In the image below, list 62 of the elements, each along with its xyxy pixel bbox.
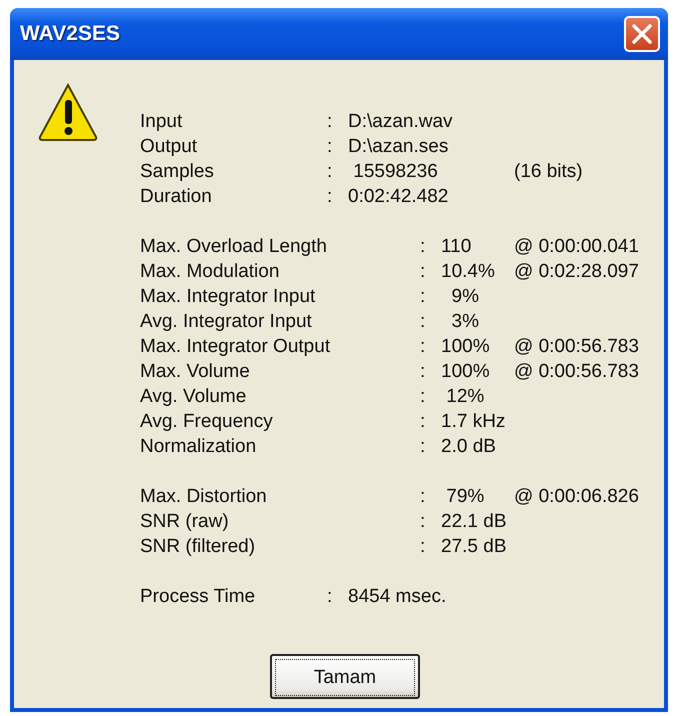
separator: : xyxy=(420,236,426,258)
ok-button[interactable]: Tamam xyxy=(270,654,420,699)
field-note: @ 0:00:56.783 xyxy=(514,360,639,382)
field-value: 100% xyxy=(441,360,491,382)
separator: : xyxy=(420,360,426,382)
field-note: @ 0:00:06.826 xyxy=(514,486,639,508)
field-label: Max. Modulation xyxy=(140,260,280,282)
separator: : xyxy=(420,510,426,532)
field-value: 0:02:42.482 xyxy=(348,186,450,208)
field-label: SNR (raw) xyxy=(140,510,230,532)
field-note: @ 0:00:56.783 xyxy=(514,336,639,358)
field-value: 100% xyxy=(441,336,491,358)
field-label: Normalization xyxy=(140,436,258,458)
field-value: 9% xyxy=(450,286,480,308)
field-label: Max. Distortion xyxy=(140,486,268,508)
field-label: Avg. Integrator Input xyxy=(140,310,313,332)
separator: : xyxy=(420,336,426,358)
separator: : xyxy=(420,286,426,308)
field-value: 15598236 xyxy=(352,160,439,182)
separator: : xyxy=(420,386,426,408)
field-value: 2.0 dB xyxy=(441,436,497,458)
field-note: @ 0:00:00.041 xyxy=(514,236,639,258)
warning-icon xyxy=(38,82,98,142)
separator: : xyxy=(327,110,334,132)
field-value: 12% xyxy=(445,386,486,408)
field-value: 110 xyxy=(441,236,472,258)
field-label: Output xyxy=(140,136,198,158)
field-label: Max. Integrator Output xyxy=(140,336,332,358)
separator: : xyxy=(327,136,334,158)
field-label: Max. Volume xyxy=(140,360,251,382)
separator: : xyxy=(420,310,426,332)
field-value: 3% xyxy=(450,310,480,332)
field-value: 10.4% xyxy=(441,260,496,282)
separator: : xyxy=(327,186,334,208)
field-note: @ 0:02:28.097 xyxy=(514,260,639,282)
separator: : xyxy=(327,160,334,182)
separator: : xyxy=(420,436,426,458)
field-label: Process Time xyxy=(140,586,256,608)
field-value: D:\azan.ses xyxy=(348,136,450,158)
window-title: WAV2SES xyxy=(20,22,120,46)
close-button[interactable] xyxy=(624,16,660,52)
close-icon xyxy=(631,23,653,45)
separator: : xyxy=(327,586,334,608)
field-label: Max. Integrator Input xyxy=(140,286,316,308)
field-value: D:\azan.wav xyxy=(348,110,454,132)
field-value: 1.7 kHz xyxy=(441,410,506,432)
separator: : xyxy=(420,536,426,558)
field-value: 8454 msec. xyxy=(348,586,448,608)
separator: : xyxy=(420,486,426,508)
field-label: Max. Overload Length xyxy=(140,236,328,258)
separator: : xyxy=(420,410,426,432)
separator: : xyxy=(420,260,426,282)
field-label: Avg. Frequency xyxy=(140,410,274,432)
field-value: 22.1 dB xyxy=(441,510,508,532)
field-label: SNR (filtered) xyxy=(140,536,256,558)
field-label: Input xyxy=(140,110,184,132)
field-label: Samples xyxy=(140,160,215,182)
field-value: 27.5 dB xyxy=(441,536,508,558)
field-label: Duration xyxy=(140,186,213,208)
field-note: (16 bits) xyxy=(514,160,584,182)
field-label: Avg. Volume xyxy=(140,386,248,408)
field-value: 79% xyxy=(445,486,486,508)
